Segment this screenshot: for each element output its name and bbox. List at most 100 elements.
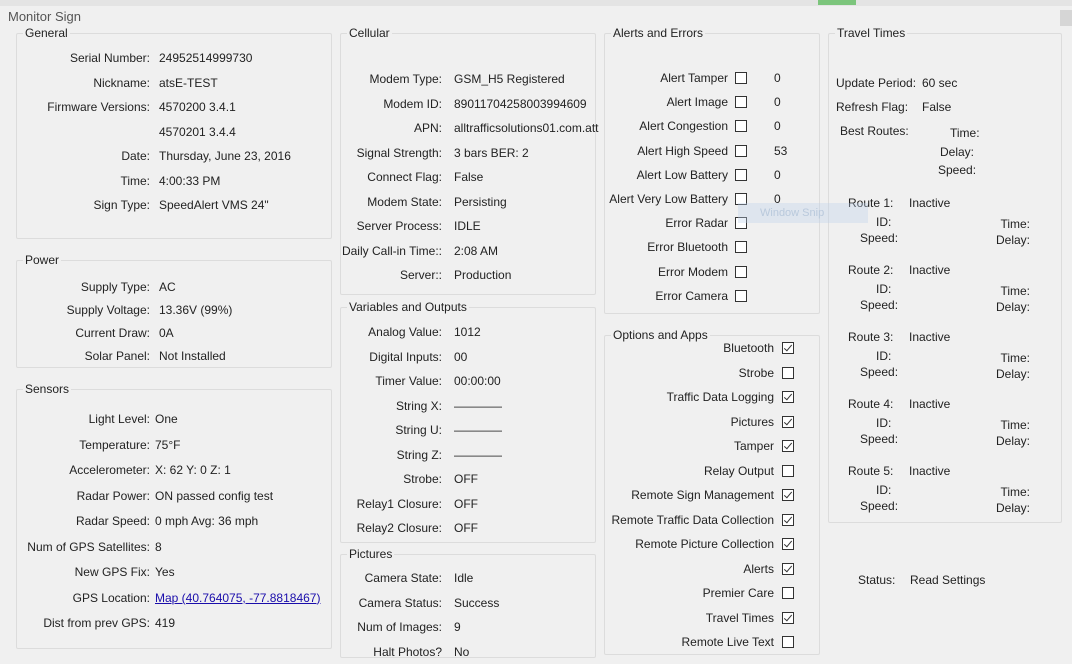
option-checkbox-0[interactable]	[782, 342, 794, 354]
general-label-5: Time:	[120, 173, 150, 188]
pictures-value-3: No	[454, 644, 470, 659]
power-value-1: 13.36V (99%)	[159, 303, 233, 317]
route-state-0: Inactive	[909, 196, 951, 210]
option-label-10: Premier Care	[702, 586, 774, 600]
alerts-label-2: Alert Congestion	[639, 119, 728, 134]
alert-checkbox-9[interactable]	[735, 289, 747, 302]
gps-map-link[interactable]: Map (40.764075, -77.8818467)	[155, 591, 320, 605]
option-checkbox-6[interactable]	[782, 489, 794, 501]
cellular-label-1: Modem ID:	[383, 96, 442, 111]
alert-checkbox-8[interactable]	[735, 265, 747, 278]
cellular-title: Cellular	[347, 26, 392, 40]
alert-count-3: 53	[774, 143, 788, 158]
option-checkbox-1[interactable]	[782, 366, 794, 379]
cellular-label-8: Server::	[399, 268, 442, 282]
route-state-4: Inactive	[909, 464, 951, 478]
route-name-4: Route 5:	[848, 464, 894, 478]
alerts-label-5: Alert Very Low Battery	[609, 192, 728, 206]
cellular-value-0: GSM_H5 Registered	[454, 72, 565, 86]
sensors-value-5: 8	[155, 539, 162, 554]
cellular-value-1: 89011704258003994609	[454, 96, 587, 111]
variables-label-3: String X:	[395, 398, 442, 413]
alert-checkbox-3[interactable]	[735, 144, 747, 157]
option-checkbox-8[interactable]	[782, 538, 794, 550]
cellular-label-7: Daily Call-in Time::	[341, 243, 442, 258]
sensors-label-2: Accelerometer:	[69, 463, 150, 477]
variables-label-1: Digital Inputs:	[369, 349, 442, 364]
variables-value-0: 1012	[454, 325, 481, 339]
best-time-label: Time:	[950, 126, 980, 140]
variables-value-6: OFF	[454, 472, 478, 486]
option-checkbox-5[interactable]	[782, 464, 794, 477]
cellular-value-4: False	[454, 170, 484, 184]
option-checkbox-9[interactable]	[782, 562, 794, 575]
cellular-label-5: Modem State:	[367, 194, 442, 209]
option-label-8: Remote Picture Collection	[635, 537, 774, 551]
alert-count-0: 0	[774, 71, 781, 85]
variables-value-3: ————	[454, 398, 502, 413]
alert-count-4: 0	[774, 167, 781, 182]
option-checkbox-10[interactable]	[782, 587, 794, 599]
sensors-value-3: ON passed config test	[155, 488, 274, 503]
variables-value-8: OFF	[454, 521, 478, 535]
cellular-value-5: Persisting	[454, 194, 507, 209]
alerts-label-0: Alert Tamper	[660, 71, 728, 85]
window-corner-button[interactable]	[1060, 10, 1072, 26]
power-value-3: Not Installed	[159, 349, 226, 363]
alert-checkbox-0[interactable]	[735, 72, 747, 84]
alert-count-1: 0	[774, 95, 781, 110]
route-id-label-1: ID:	[876, 282, 892, 296]
power-value-0: AC	[159, 280, 176, 294]
variables-label-2: Timer Value:	[375, 374, 442, 388]
option-checkbox-11[interactable]	[782, 611, 794, 624]
route-name-1: Route 2:	[848, 263, 894, 277]
option-checkbox-7[interactable]	[782, 513, 794, 526]
top-strip	[0, 0, 1072, 6]
general-value-6: SpeedAlert VMS 24"	[159, 198, 269, 212]
option-label-11: Travel Times	[705, 610, 774, 625]
route-speed-label-0: Speed:	[860, 231, 899, 245]
general-label-0: Serial Number:	[69, 51, 150, 65]
variables-value-7: OFF	[454, 496, 478, 511]
best-speed-label: Speed:	[938, 163, 977, 177]
option-checkbox-4[interactable]	[782, 440, 794, 452]
general-label-1: Nickname:	[93, 75, 150, 90]
alert-checkbox-4[interactable]	[735, 168, 747, 181]
alerts-label-7: Error Bluetooth	[647, 240, 728, 255]
sensors-label-0: Light Level:	[88, 412, 150, 426]
cellular-value-3: 3 bars BER: 2	[454, 145, 529, 160]
general-value-4: Thursday, June 23, 2016	[159, 149, 291, 163]
alert-checkbox-1[interactable]	[735, 96, 747, 109]
option-checkbox-12[interactable]	[782, 636, 794, 648]
option-label-5: Relay Output	[703, 463, 774, 478]
route-time-label-2: Time:	[1000, 351, 1030, 365]
option-label-7: Remote Traffic Data Collection	[611, 512, 774, 527]
option-checkbox-2[interactable]	[782, 391, 794, 403]
sensors-label-4: Radar Speed:	[75, 514, 150, 528]
option-checkbox-3[interactable]	[782, 415, 794, 428]
travel-title: Travel Times	[835, 26, 908, 40]
cellular-label-0: Modem Type:	[369, 72, 442, 86]
alert-checkbox-7[interactable]	[735, 241, 747, 254]
route-delay-label-4: Delay:	[995, 501, 1030, 515]
route-time-label-4: Time:	[1000, 485, 1030, 499]
variables-value-5: ————	[454, 447, 502, 462]
general-title: General	[23, 26, 70, 40]
pictures-title: Pictures	[347, 547, 395, 561]
cellular-label-4: Connect Flag:	[367, 170, 442, 184]
alert-checkbox-2[interactable]	[735, 120, 747, 133]
sensors-label-5: Num of GPS Satellites:	[27, 539, 150, 554]
general-value-1: atsE-TEST	[159, 75, 218, 90]
update-period-label: Update Period:	[836, 76, 917, 90]
best-delay-label: Delay:	[940, 145, 975, 159]
sensors-title: Sensors	[23, 382, 72, 396]
cellular-label-3: Signal Strength:	[356, 145, 442, 160]
route-speed-label-2: Speed:	[860, 365, 899, 379]
alerts-title: Alerts and Errors	[611, 26, 706, 40]
route-delay-label-3: Delay:	[995, 434, 1030, 448]
option-label-0: Bluetooth	[723, 341, 774, 355]
sensors-value-2: X: 62 Y: 0 Z: 1	[155, 463, 231, 477]
sensors-value-1: 75°F	[155, 437, 181, 452]
pictures-value-2: 9	[454, 620, 461, 634]
general-value-0: 24952514999730	[159, 51, 253, 65]
